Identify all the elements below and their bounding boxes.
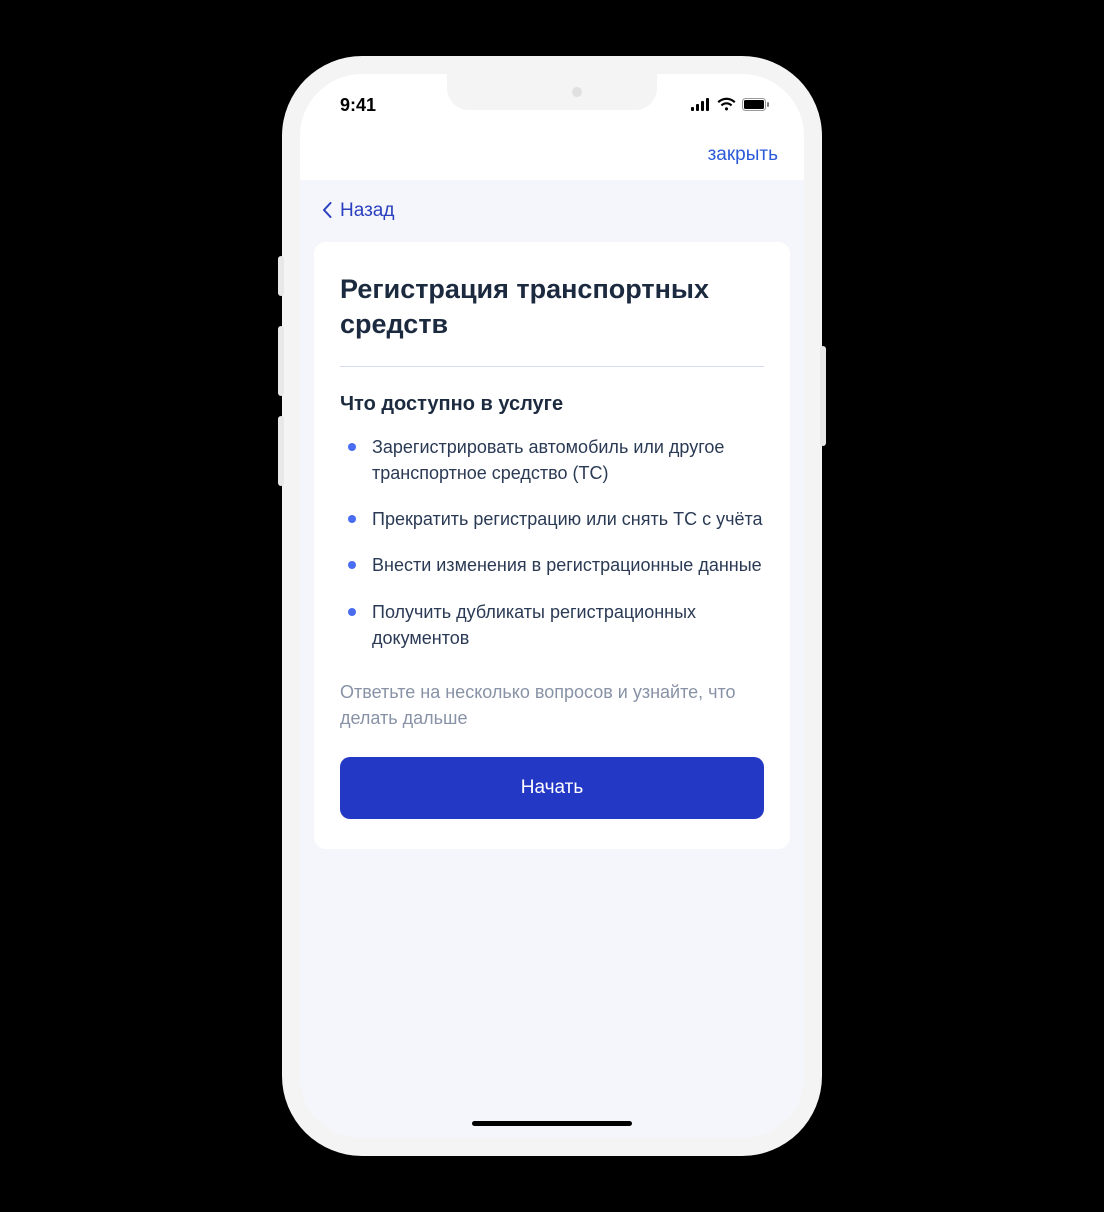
list-item: Внести изменения в регистрационные данны…: [346, 552, 764, 578]
volume-down-button: [278, 416, 284, 486]
list-item: Зарегистрировать автомобиль или другое т…: [346, 434, 764, 486]
hint-text: Ответьте на несколько вопросов и узнайте…: [340, 679, 764, 731]
camera-dot: [572, 87, 582, 97]
list-item: Прекратить регистрацию или снять ТС с уч…: [346, 506, 764, 532]
close-button[interactable]: закрыть: [708, 144, 778, 166]
start-button[interactable]: Начать: [340, 757, 764, 819]
back-label: Назад: [340, 200, 394, 222]
section-heading: Что доступно в услуге: [340, 393, 764, 416]
service-card: Регистрация транспортных средств Что дос…: [314, 242, 790, 849]
feature-list: Зарегистрировать автомобиль или другое т…: [340, 434, 764, 651]
volume-up-button: [278, 326, 284, 396]
back-button[interactable]: Назад: [314, 180, 790, 242]
phone-screen: 9:41 закрыть Назад: [300, 74, 804, 1138]
cellular-icon: [691, 95, 711, 116]
page-title: Регистрация транспортных средств: [340, 272, 764, 342]
divider: [340, 366, 764, 367]
side-button: [278, 256, 284, 296]
list-item: Получить дубликаты регистрационных докум…: [346, 599, 764, 651]
notch: [447, 74, 657, 110]
power-button: [820, 346, 826, 446]
content-area: Назад Регистрация транспортных средств Ч…: [300, 180, 804, 1138]
status-indicators: [691, 95, 770, 116]
phone-frame: 9:41 закрыть Назад: [282, 56, 822, 1156]
status-time: 9:41: [340, 95, 376, 116]
nav-bar: закрыть: [300, 126, 804, 180]
battery-icon: [742, 95, 770, 116]
wifi-icon: [717, 95, 736, 116]
chevron-left-icon: [322, 202, 332, 221]
home-indicator[interactable]: [472, 1121, 632, 1126]
